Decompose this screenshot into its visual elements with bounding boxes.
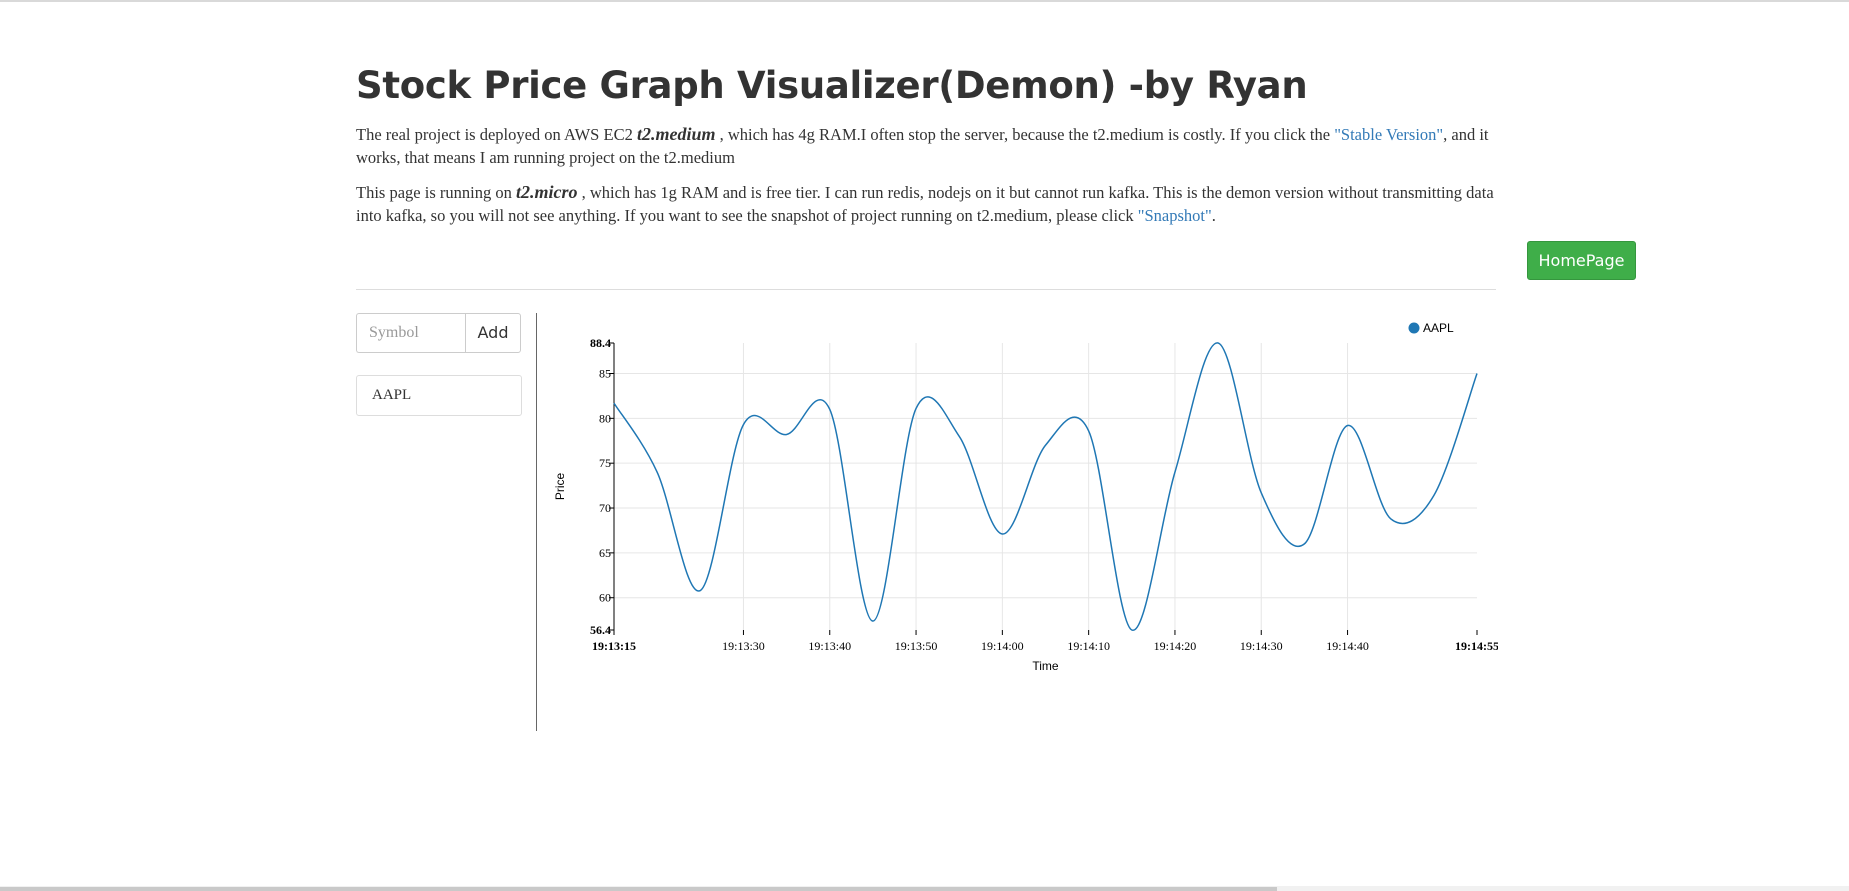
data-point <box>1475 371 1479 375</box>
data-point <box>785 432 789 436</box>
x-tick-label: 19:14:00 <box>981 639 1024 653</box>
intro-text: , which has 4g RAM.I often stop the serv… <box>715 125 1335 144</box>
x-tick-label: 19:14:20 <box>1154 639 1197 653</box>
x-tick-label: 19:14:30 <box>1240 639 1283 653</box>
legend-label: AAPL <box>1423 321 1454 335</box>
x-tick-label: 19:14:10 <box>1067 639 1110 653</box>
data-point <box>698 589 702 593</box>
y-tick-label: 70 <box>599 501 611 515</box>
data-point <box>1000 532 1004 536</box>
data-point <box>1130 628 1134 632</box>
data-point <box>957 434 961 438</box>
intro-text: . <box>1211 206 1216 225</box>
instance-type: t2.micro <box>515 182 578 202</box>
y-tick-label: 85 <box>599 366 611 380</box>
x-tick-label: 19:13:15 <box>592 639 636 653</box>
data-point <box>1302 542 1306 546</box>
data-point <box>1044 443 1048 447</box>
data-point <box>1346 424 1350 428</box>
instance-type: t2.medium <box>636 124 716 144</box>
intro-paragraph-micro: This page is running on t2.micro , which… <box>356 181 1496 227</box>
snapshot-link[interactable]: "Snapshot" <box>1138 206 1212 225</box>
y-tick-label: 75 <box>599 456 611 470</box>
y-axis-label: Price <box>553 473 567 501</box>
intro-text: This page is running on <box>356 183 516 202</box>
y-tick-label: 60 <box>599 591 611 605</box>
data-point <box>612 401 616 405</box>
symbol-input[interactable] <box>356 313 466 353</box>
x-axis-label: Time <box>1032 659 1059 673</box>
x-tick-label: 19:14:40 <box>1326 639 1369 653</box>
data-point <box>741 423 745 427</box>
price-chart: 56.4 60 65 70 75 80 85 88.4 19:13:15 19:13:30 19:1… <box>548 313 1498 683</box>
data-point <box>1216 341 1220 345</box>
legend-marker <box>1408 322 1420 334</box>
data-point <box>1259 491 1263 495</box>
data-point <box>1389 517 1393 521</box>
x-tick-label: 19:13:40 <box>808 639 851 653</box>
price-chart-svg: 56.4 60 65 70 75 80 85 88.4 19:13:15 19:13:30 19:1… <box>553 321 1498 673</box>
stock-list-item[interactable]: AAPL <box>356 375 522 416</box>
y-tick-label: 65 <box>599 546 611 560</box>
intro-text: The real project is deployed on AWS EC2 <box>356 125 637 144</box>
data-point <box>1173 470 1177 474</box>
data-point <box>655 470 659 474</box>
panel-divider <box>536 313 537 731</box>
y-tick-label: 88.4 <box>590 336 611 350</box>
add-button[interactable]: Add <box>465 313 521 353</box>
data-point <box>1087 429 1091 433</box>
data-point <box>914 406 918 410</box>
stable-version-link[interactable]: "Stable Version" <box>1334 125 1443 144</box>
y-tick-label: 80 <box>599 411 611 425</box>
data-point <box>1432 493 1436 497</box>
homepage-button[interactable]: HomePage <box>1527 241 1636 280</box>
page-title: Stock Price Graph Visualizer(Demon) -by … <box>356 64 1308 107</box>
horizontal-scrollbar-thumb[interactable] <box>0 887 1277 891</box>
y-tick-label: 56.4 <box>590 623 611 637</box>
add-symbol-form: Add <box>356 313 521 353</box>
data-point <box>871 619 875 623</box>
intro-paragraph-ec2: The real project is deployed on AWS EC2 … <box>356 123 1496 169</box>
data-point <box>828 407 832 411</box>
top-border <box>0 0 1849 2</box>
x-tick-label: 19:13:50 <box>895 639 938 653</box>
divider <box>356 289 1496 290</box>
x-tick-label: 19:13:30 <box>722 639 765 653</box>
x-tick-label: 19:14:55 <box>1455 639 1498 653</box>
